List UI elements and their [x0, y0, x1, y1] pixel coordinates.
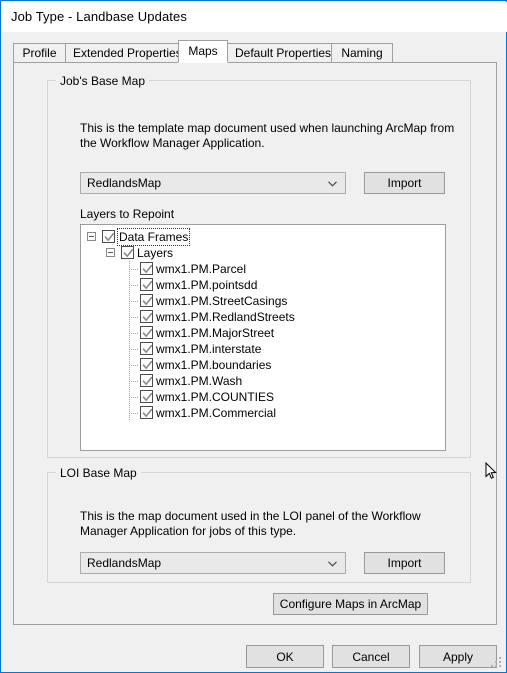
tree-node[interactable]: wmx1.PM.Commercial [81, 405, 445, 421]
tree-expander-collapse-icon[interactable] [106, 248, 115, 257]
tree-node[interactable]: wmx1.PM.Wash [81, 373, 445, 389]
loi-base-map-description-line1: This is the map document used in the LOI… [80, 509, 421, 523]
layers-to-repoint-treeview[interactable]: Data Frames Layers wmx1.PM.Parcel wmx1.PM.p… [80, 224, 446, 451]
tree-node[interactable]: wmx1.PM.COUNTIES [81, 389, 445, 405]
tree-node-label: wmx1.PM.Commercial [156, 406, 277, 420]
tree-expander-collapse-icon[interactable] [87, 232, 96, 241]
tree-connector-line [129, 301, 138, 302]
tree-node[interactable]: wmx1.PM.StreetCasings [81, 293, 445, 309]
tree-node-checkbox[interactable] [140, 374, 153, 387]
tab-extended-properties[interactable]: Extended Properties [65, 43, 182, 62]
tree-node-label: wmx1.PM.boundaries [156, 358, 272, 372]
tree-connector-line [129, 317, 138, 318]
page-title: Job Type - Landbase Updates [11, 9, 187, 24]
tree-node-checkbox[interactable] [140, 342, 153, 355]
tree-node-label: wmx1.PM.interstate [156, 342, 262, 356]
title-bar: Job Type - Landbase Updates [2, 2, 507, 32]
configure-maps-in-arcmap-button[interactable]: Configure Maps in ArcMap [273, 593, 428, 615]
jobs-base-map-description-line1: This is the template map document used w… [80, 121, 455, 135]
tree-node-checkbox[interactable] [140, 326, 153, 339]
tree-node-checkbox[interactable] [140, 310, 153, 323]
tree-node-checkbox[interactable] [140, 278, 153, 291]
tree-node-checkbox[interactable] [140, 358, 153, 371]
tree-connector-line [129, 333, 138, 334]
layers-to-repoint-label: Layers to Repoint [80, 207, 175, 221]
jobs-base-map-legend: Job's Base Map [56, 74, 150, 88]
tree-connector-line [129, 413, 138, 414]
tree-node[interactable]: wmx1.PM.RedlandStreets [81, 309, 445, 325]
tree-node-checkbox[interactable] [140, 262, 153, 275]
tree-node-label: wmx1.PM.Wash [156, 374, 243, 388]
loi-base-map-group: LOI Base Map This is the map document us… [47, 466, 471, 583]
tree-node-checkbox[interactable] [121, 246, 134, 259]
tree-node[interactable]: Data Frames [81, 228, 445, 246]
chevron-down-icon [328, 561, 337, 567]
loi-base-map-description-line2: Manager Application for jobs of this typ… [80, 524, 297, 538]
jobs-base-map-description-line2: the Workflow Manager Application. [80, 136, 265, 150]
tab-default-properties[interactable]: Default Properties [227, 43, 332, 62]
tab-naming[interactable]: Naming [331, 43, 393, 62]
tree-connector-line [129, 349, 138, 350]
tree-connector-line [129, 285, 138, 286]
tree-node-checkbox[interactable] [140, 390, 153, 403]
tree-node-label: wmx1.PM.StreetCasings [156, 294, 288, 308]
cancel-button[interactable]: Cancel [332, 645, 410, 668]
tab-strip: Profile Extended Properties Maps Default… [13, 40, 497, 63]
tree-node-label: wmx1.PM.RedlandStreets [156, 310, 295, 324]
tree-node-checkbox[interactable] [140, 294, 153, 307]
jobs-base-map-combo[interactable]: RedlandsMap [80, 172, 346, 194]
tree-node[interactable]: Layers [81, 245, 445, 261]
tree-node-label: wmx1.PM.pointsdd [156, 278, 258, 292]
jobs-base-map-import-button[interactable]: Import [364, 172, 445, 194]
tree-connector-line [129, 269, 138, 270]
dialog-window: Job Type - Landbase Updates Profile Exte… [0, 0, 507, 673]
resize-grip[interactable] [491, 657, 502, 668]
tab-maps[interactable]: Maps [178, 40, 228, 63]
tree-connector-spine [129, 261, 130, 414]
loi-base-map-combo[interactable]: RedlandsMap [80, 552, 346, 574]
tree-node[interactable]: wmx1.PM.boundaries [81, 357, 445, 373]
tab-page-maps: Job's Base Map This is the template map … [13, 62, 497, 625]
loi-base-map-combo-value: RedlandsMap [87, 556, 162, 570]
tree-node-checkbox[interactable] [102, 230, 115, 243]
chevron-down-icon [328, 181, 337, 187]
loi-base-map-description: This is the map document used in the LOI… [80, 509, 460, 539]
tree-node[interactable]: wmx1.PM.interstate [81, 341, 445, 357]
tab-profile[interactable]: Profile [13, 43, 66, 62]
tree-connector-line [129, 381, 138, 382]
jobs-base-map-description: This is the template map document used w… [80, 121, 460, 151]
ok-button[interactable]: OK [246, 645, 324, 668]
tree-node-label: Data Frames [116, 228, 191, 246]
tree-connector-line [129, 365, 138, 366]
loi-base-map-legend: LOI Base Map [56, 466, 141, 480]
tree-node[interactable]: wmx1.PM.pointsdd [81, 277, 445, 293]
tree-node-label: Layers [137, 246, 174, 260]
loi-base-map-import-button[interactable]: Import [364, 552, 445, 574]
jobs-base-map-combo-value: RedlandsMap [87, 176, 162, 190]
tree-node-checkbox[interactable] [140, 406, 153, 419]
jobs-base-map-group: Job's Base Map This is the template map … [47, 74, 471, 458]
apply-button[interactable]: Apply [419, 645, 497, 668]
tree-node-label: wmx1.PM.MajorStreet [156, 326, 275, 340]
tree-node[interactable]: wmx1.PM.Parcel [81, 261, 445, 277]
tree-node[interactable]: wmx1.PM.MajorStreet [81, 325, 445, 341]
tree-node-label: wmx1.PM.Parcel [156, 262, 247, 276]
tree-node-label: wmx1.PM.COUNTIES [156, 390, 275, 404]
tree-connector-line [129, 397, 138, 398]
